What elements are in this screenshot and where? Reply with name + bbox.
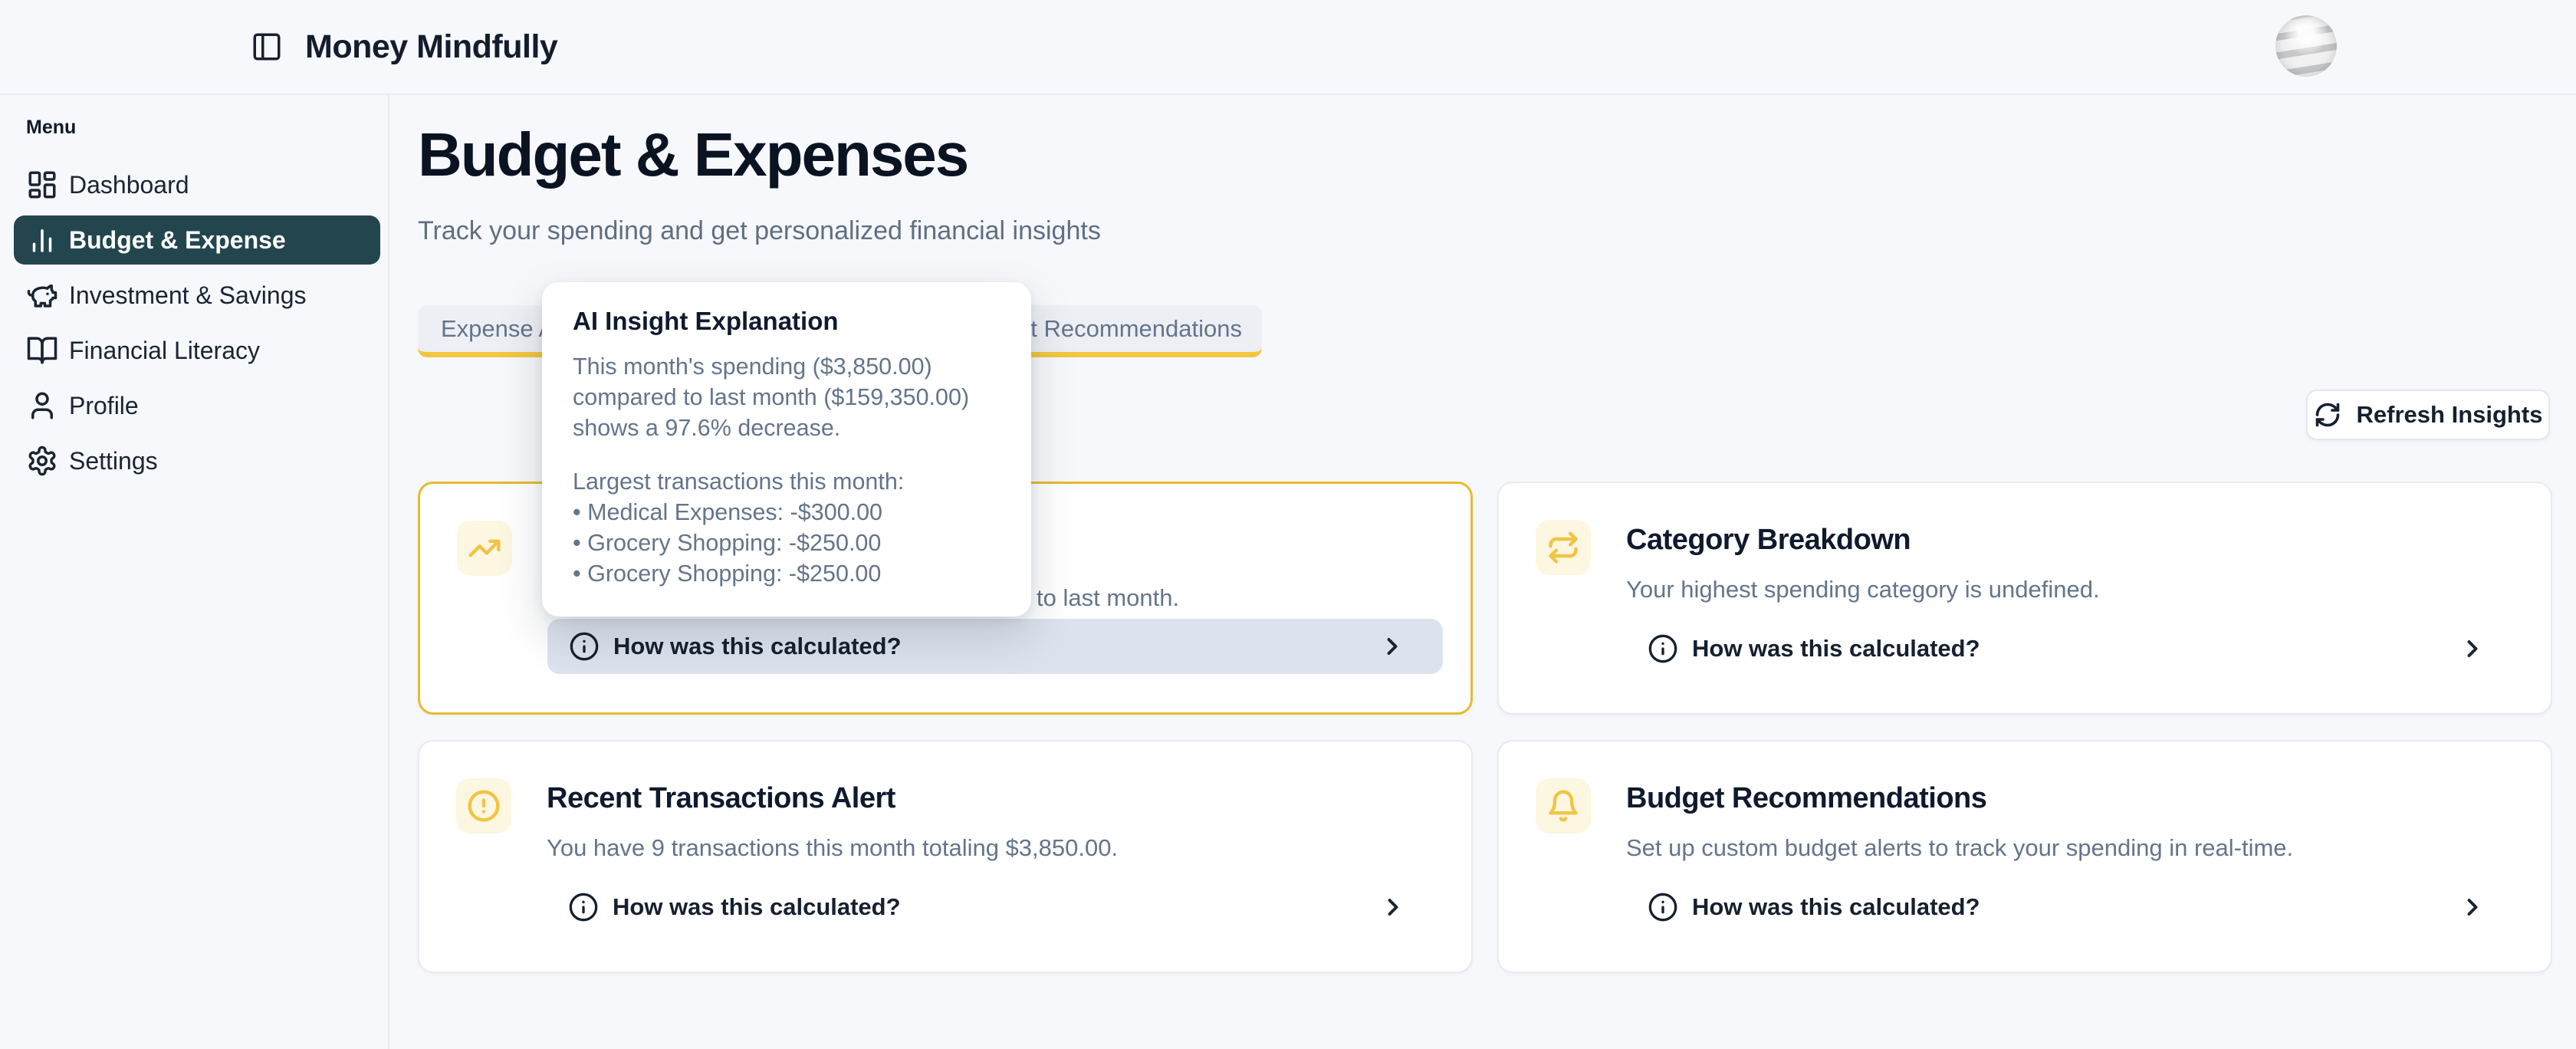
popover-title: AI Insight Explanation [573,307,1002,336]
book-open-icon [26,334,58,367]
popover-list-header: Largest transactions this month: [573,466,1002,497]
how-calculated-label: How was this calculated? [1692,635,1980,663]
page-subtitle: Track your spending and get personalized… [418,216,1101,246]
how-calculated-label: How was this calculated? [1692,893,1980,921]
sidebar-item-label: Dashboard [69,171,189,199]
info-icon [1648,892,1678,922]
app-header: Money Mindfully [0,0,2576,95]
sidebar-nav: Dashboard Budget & Expense Investment & … [14,160,380,485]
sidebar-menu-label: Menu [26,117,388,139]
chevron-right-icon [2459,635,2486,663]
sidebar-item-budget-expense[interactable]: Budget & Expense [14,215,380,265]
sidebar-toggle-button[interactable] [247,27,287,67]
card-body-fragment: to last month. [1037,584,1179,612]
sidebar-item-financial-literacy[interactable]: Financial Literacy [14,326,380,375]
card-body: Set up custom budget alerts to track you… [1626,834,2523,863]
card-recent-transactions-alert: Recent Transactions Alert You have 9 tra… [418,740,1473,973]
info-icon [1648,633,1678,664]
gear-icon [26,445,58,477]
info-icon [568,892,599,922]
piggy-bank-icon [26,279,58,311]
card-budget-recommendations: Budget Recommendations Set up custom bud… [1497,740,2552,973]
card-title: Recent Transactions Alert [547,781,1444,815]
refresh-insights-button[interactable]: Refresh Insights [2306,390,2550,440]
card-body: Your highest spending category is undefi… [1626,575,2523,604]
bar-chart-icon [26,224,58,256]
avatar[interactable] [2275,15,2337,77]
how-calculated-button[interactable]: How was this calculated? [547,880,1444,935]
chevron-right-icon [2459,893,2486,921]
sidebar-item-label: Investment & Savings [69,281,306,310]
popover-transactions-list: Largest transactions this month: • Medic… [573,466,1002,589]
how-calculated-label: How was this calculated? [613,633,902,660]
how-calculated-label: How was this calculated? [613,893,901,921]
chevron-right-icon [1379,893,1407,921]
repeat-icon [1536,520,1591,575]
trending-up-icon [457,521,512,576]
info-icon [569,631,600,662]
refresh-insights-label: Refresh Insights [2357,401,2543,429]
sidebar: Menu Dashboard Budget & Expense Investme… [0,95,389,1049]
sidebar-item-label: Financial Literacy [69,337,260,365]
sidebar-item-settings[interactable]: Settings [14,436,380,485]
alert-circle-icon [456,778,511,834]
sidebar-item-label: Budget & Expense [69,226,286,255]
sidebar-item-profile[interactable]: Profile [14,381,380,430]
user-icon [26,390,58,422]
popover-body: This month's spending ($3,850.00) compar… [573,351,1002,443]
panel-left-icon [251,31,283,63]
how-calculated-button[interactable]: How was this calculated? [1626,880,2523,935]
bell-icon [1536,778,1591,834]
card-title: Budget Recommendations [1626,781,2523,815]
chevron-right-icon [1378,633,1406,660]
popover-list-item: • Medical Expenses: -$300.00 [573,497,1002,528]
card-category-breakdown: Category Breakdown Your highest spending… [1497,482,2552,715]
sidebar-item-investment-savings[interactable]: Investment & Savings [14,271,380,320]
ai-insight-popover: AI Insight Explanation This month's spen… [542,282,1031,617]
app-title: Money Mindfully [305,0,557,94]
popover-list-item: • Grocery Shopping: -$250.00 [573,528,1002,558]
sidebar-item-dashboard[interactable]: Dashboard [14,160,380,209]
how-calculated-button[interactable]: How was this calculated? [1626,621,2523,676]
card-title: Category Breakdown [1626,523,2523,557]
refresh-icon [2314,401,2341,429]
sidebar-item-label: Profile [69,392,139,420]
popover-list-item: • Grocery Shopping: -$250.00 [573,558,1002,589]
layout-dashboard-icon [26,169,58,201]
page-title: Budget & Expenses [418,120,968,190]
sidebar-item-label: Settings [69,447,158,475]
card-body: You have 9 transactions this month total… [547,834,1444,863]
how-calculated-button[interactable]: How was this calculated? [547,619,1443,674]
